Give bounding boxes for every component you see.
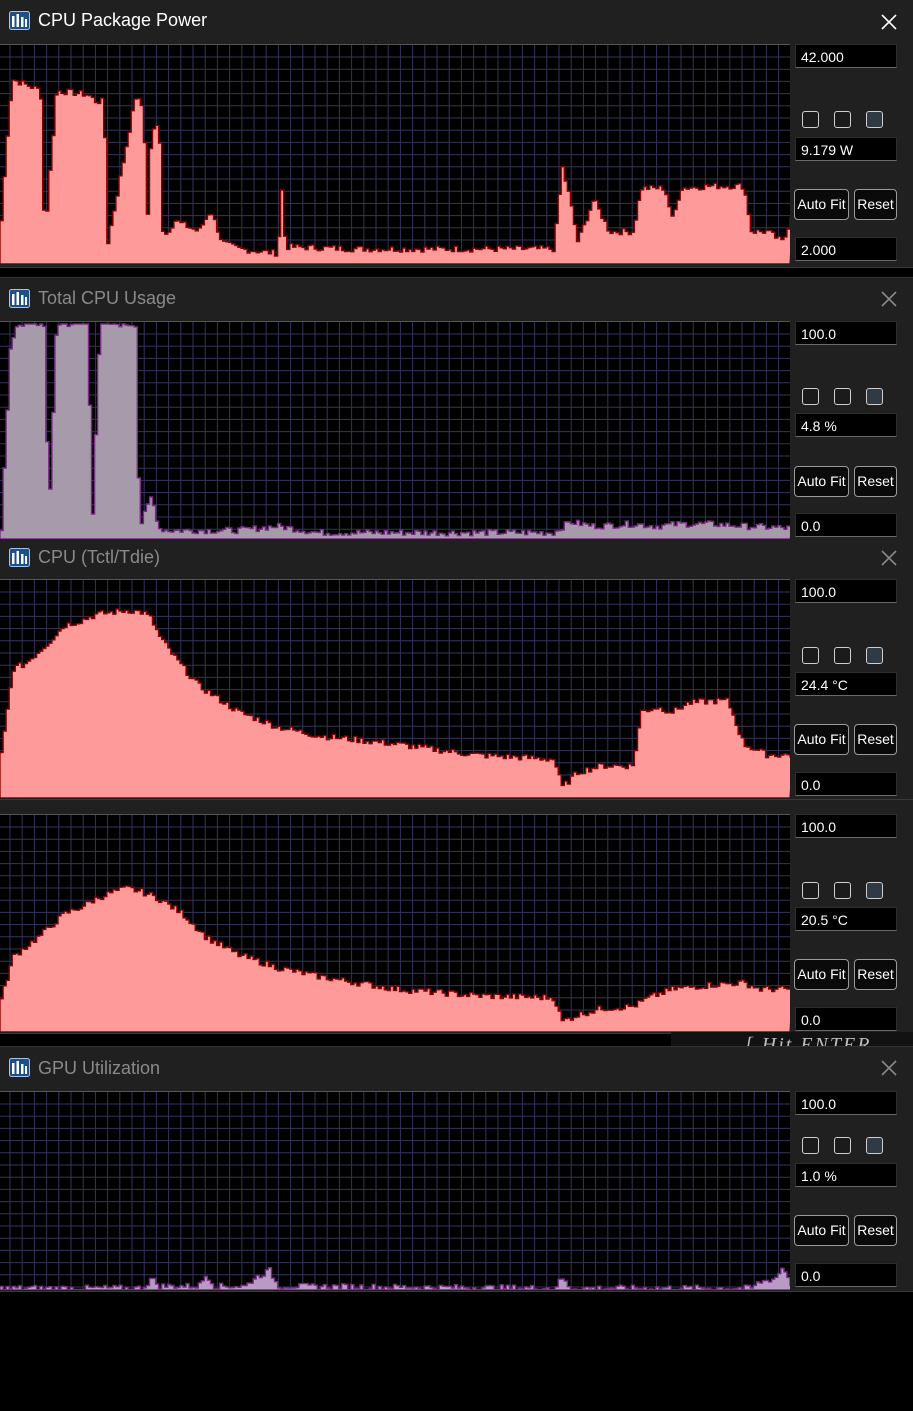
sensor-graph-icon	[9, 289, 30, 308]
window-title: Total CPU Usage	[38, 288, 177, 308]
current-value-field[interactable]: 4.8 %	[795, 413, 897, 437]
option-checkbox-1[interactable]	[802, 111, 819, 128]
reset-button[interactable]: Reset	[854, 1215, 897, 1246]
option-checkbox-2[interactable]	[834, 111, 851, 128]
sensor-trace	[0, 1267, 790, 1290]
max-value-field[interactable]: 42.000	[795, 44, 897, 68]
option-checkbox-2[interactable]	[834, 882, 851, 899]
max-value-field[interactable]: 100.0	[795, 321, 897, 345]
current-value-field[interactable]: 24.4 °C	[795, 672, 897, 696]
reset-button[interactable]: Reset	[854, 189, 897, 220]
window-title: GPU Utilization	[38, 1058, 161, 1078]
option-checkbox-3[interactable]	[866, 1137, 883, 1154]
option-checkbox-2[interactable]	[834, 388, 851, 405]
min-value-field[interactable]: 0.0	[795, 772, 897, 796]
graph-controls: 100.0 24.4 °C Auto Fit Reset 0.0	[790, 579, 913, 799]
min-value-field[interactable]: 0.0	[795, 513, 897, 537]
background-window-text: [ Hit ENTER	[671, 1032, 913, 1046]
graph-plot	[0, 814, 790, 1032]
option-checkboxes	[802, 111, 892, 131]
graph-plot	[0, 44, 790, 264]
min-value-field[interactable]: 0.0	[795, 1007, 897, 1031]
current-value-field[interactable]: 20.5 °C	[795, 907, 897, 931]
option-checkbox-1[interactable]	[802, 388, 819, 405]
sensor-graph-icon	[9, 548, 30, 567]
title-bar[interactable]: CPU Package Power	[0, 0, 913, 44]
window-title: CPU Package Power	[38, 10, 208, 30]
sensor-graph-icon	[9, 11, 30, 30]
grid-lines	[0, 1092, 790, 1290]
reset-button[interactable]: Reset	[854, 959, 897, 990]
option-checkboxes	[802, 647, 892, 667]
graph-controls: 100.0 4.8 % Auto Fit Reset 0.0	[790, 321, 913, 541]
graph-window-cpu-package-power: CPU Package Power 42.000 9.179 W Auto Fi…	[0, 0, 913, 268]
min-value-field[interactable]: 0.0	[795, 1263, 897, 1287]
graph-controls: 100.0 1.0 % Auto Fit Reset 0.0	[790, 1091, 913, 1291]
option-checkbox-2[interactable]	[834, 647, 851, 664]
option-checkbox-1[interactable]	[802, 647, 819, 664]
auto-fit-button[interactable]: Auto Fit	[794, 1215, 849, 1246]
sensor-graph-icon	[9, 1058, 30, 1077]
title-bar[interactable]: Total CPU Usage	[0, 278, 913, 321]
graph-plot	[0, 321, 790, 539]
close-icon[interactable]	[879, 1058, 899, 1078]
option-checkbox-3[interactable]	[866, 388, 883, 405]
current-value-field[interactable]: 9.179 W	[795, 137, 897, 161]
option-checkboxes	[802, 388, 892, 408]
auto-fit-button[interactable]: Auto Fit	[794, 959, 849, 990]
graph-plot	[0, 579, 790, 798]
min-value-field[interactable]: 2.000	[795, 237, 897, 261]
max-value-field[interactable]: 100.0	[795, 814, 897, 838]
option-checkbox-1[interactable]	[802, 1137, 819, 1154]
graph-plot	[0, 1091, 790, 1290]
option-checkbox-3[interactable]	[866, 647, 883, 664]
sensor-trace	[0, 79, 790, 264]
max-value-field[interactable]: 100.0	[795, 1091, 897, 1115]
window-title: CPU (Tctl/Tdie)	[38, 547, 161, 567]
option-checkbox-3[interactable]	[866, 882, 883, 899]
graph-window-gpu-utilization: GPU Utilization 100.0 1.0 % Auto Fit Res…	[0, 1046, 913, 1292]
sensor-trace	[0, 608, 790, 798]
option-checkbox-1[interactable]	[802, 882, 819, 899]
graph-window-cpu-tctl-tdie: CPU (Tctl/Tdie) 100.0 24.4 °C Auto Fit R…	[0, 540, 913, 800]
close-icon[interactable]	[879, 12, 899, 32]
current-value-field[interactable]: 1.0 %	[795, 1163, 897, 1187]
auto-fit-button[interactable]: Auto Fit	[794, 466, 849, 497]
graph-window-temperature: 100.0 20.5 °C Auto Fit Reset 0.0	[0, 800, 913, 1034]
graph-controls: 42.000 9.179 W Auto Fit Reset 2.000	[790, 44, 913, 267]
max-value-field[interactable]: 100.0	[795, 579, 897, 603]
auto-fit-button[interactable]: Auto Fit	[794, 724, 849, 755]
sensor-trace	[0, 885, 790, 1032]
close-icon[interactable]	[879, 548, 899, 568]
reset-button[interactable]: Reset	[854, 724, 897, 755]
graph-controls: 100.0 20.5 °C Auto Fit Reset 0.0	[790, 814, 913, 1033]
reset-button[interactable]: Reset	[854, 466, 897, 497]
graph-window-total-cpu-usage: Total CPU Usage 100.0 4.8 % Auto Fit Res…	[0, 277, 913, 542]
option-checkboxes	[802, 1137, 892, 1157]
option-checkbox-3[interactable]	[866, 111, 883, 128]
title-bar[interactable]: GPU Utilization	[0, 1047, 913, 1091]
option-checkboxes	[802, 882, 892, 902]
option-checkbox-2[interactable]	[834, 1137, 851, 1154]
close-icon[interactable]	[879, 289, 899, 309]
auto-fit-button[interactable]: Auto Fit	[794, 189, 849, 220]
title-bar[interactable]: CPU (Tctl/Tdie)	[0, 540, 913, 579]
